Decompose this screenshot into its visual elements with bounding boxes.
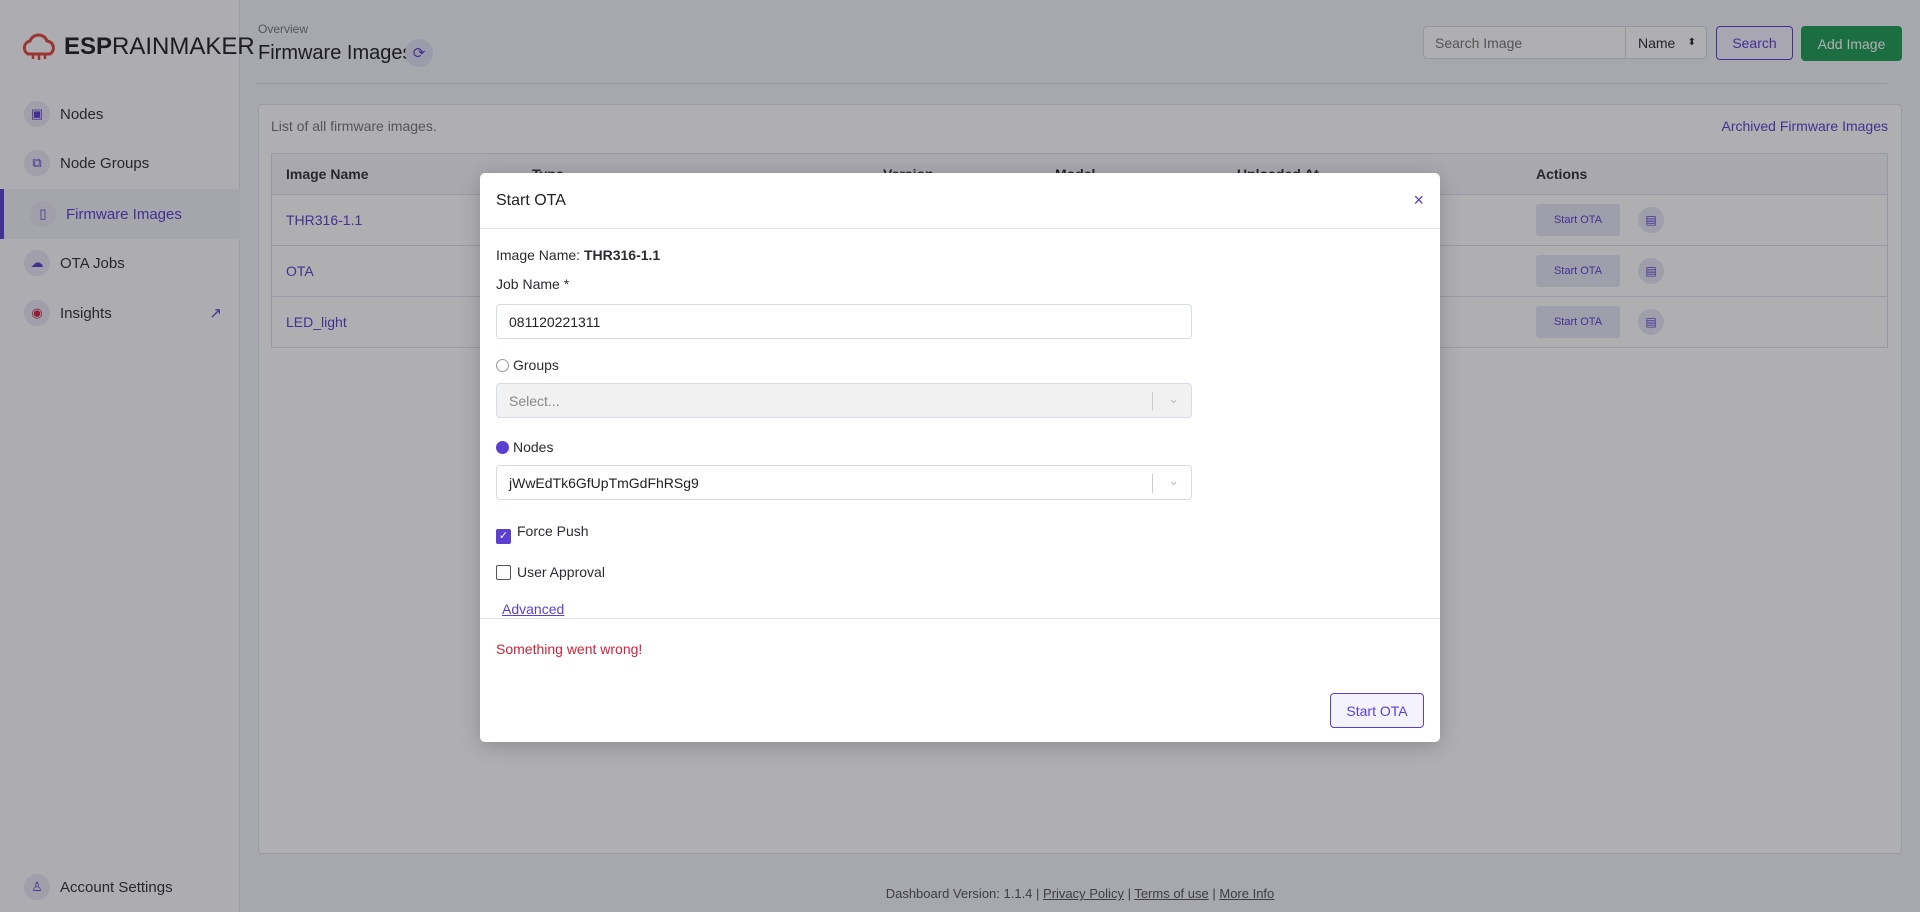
- force-push-checkbox[interactable]: ✓ Force Push: [496, 523, 589, 544]
- user-approval-label: User Approval: [517, 564, 605, 580]
- groups-label: Groups: [513, 357, 559, 373]
- nodes-select[interactable]: jWwEdTk6GfUpTmGdFhRSg9 ⌄: [496, 465, 1192, 500]
- start-ota-submit-button[interactable]: Start OTA: [1330, 693, 1424, 728]
- checkbox-checked-icon: ✓: [496, 529, 511, 544]
- checkbox-icon: [496, 565, 511, 580]
- image-name-value: THR316-1.1: [583, 247, 661, 263]
- close-icon[interactable]: ×: [1413, 190, 1424, 211]
- modal-header: Start OTA ×: [480, 173, 1440, 229]
- start-ota-modal: Start OTA × Image Name: THR316-1.1 Job N…: [480, 173, 1440, 742]
- chevron-down-icon: ⌄: [1168, 391, 1179, 406]
- job-name-input[interactable]: [496, 304, 1192, 339]
- nodes-radio[interactable]: Nodes: [496, 439, 553, 455]
- radio-icon: [496, 359, 509, 372]
- error-message: Something went wrong!: [496, 641, 643, 657]
- select-separator: [1152, 392, 1153, 411]
- user-approval-checkbox[interactable]: User Approval: [496, 564, 605, 580]
- chevron-down-icon: ⌄: [1168, 473, 1179, 488]
- job-name-label: Job Name *: [496, 276, 570, 292]
- groups-select[interactable]: Select... ⌄: [496, 383, 1192, 418]
- advanced-link[interactable]: Advanced: [502, 601, 564, 617]
- force-push-label: Force Push: [517, 523, 589, 539]
- radio-selected-icon: [496, 441, 509, 454]
- modal-title: Start OTA: [496, 191, 566, 209]
- groups-radio[interactable]: Groups: [496, 357, 559, 373]
- image-name-row: Image Name: THR316-1.1: [496, 247, 660, 263]
- nodes-label: Nodes: [513, 439, 554, 455]
- image-name-label: Image Name:: [496, 247, 584, 263]
- nodes-value: jWwEdTk6GfUpTmGdFhRSg9: [509, 474, 699, 491]
- select-separator: [1152, 474, 1153, 493]
- groups-placeholder: Select...: [509, 392, 560, 409]
- modal-body: Image Name: THR316-1.1 Job Name * Groups…: [480, 229, 1440, 657]
